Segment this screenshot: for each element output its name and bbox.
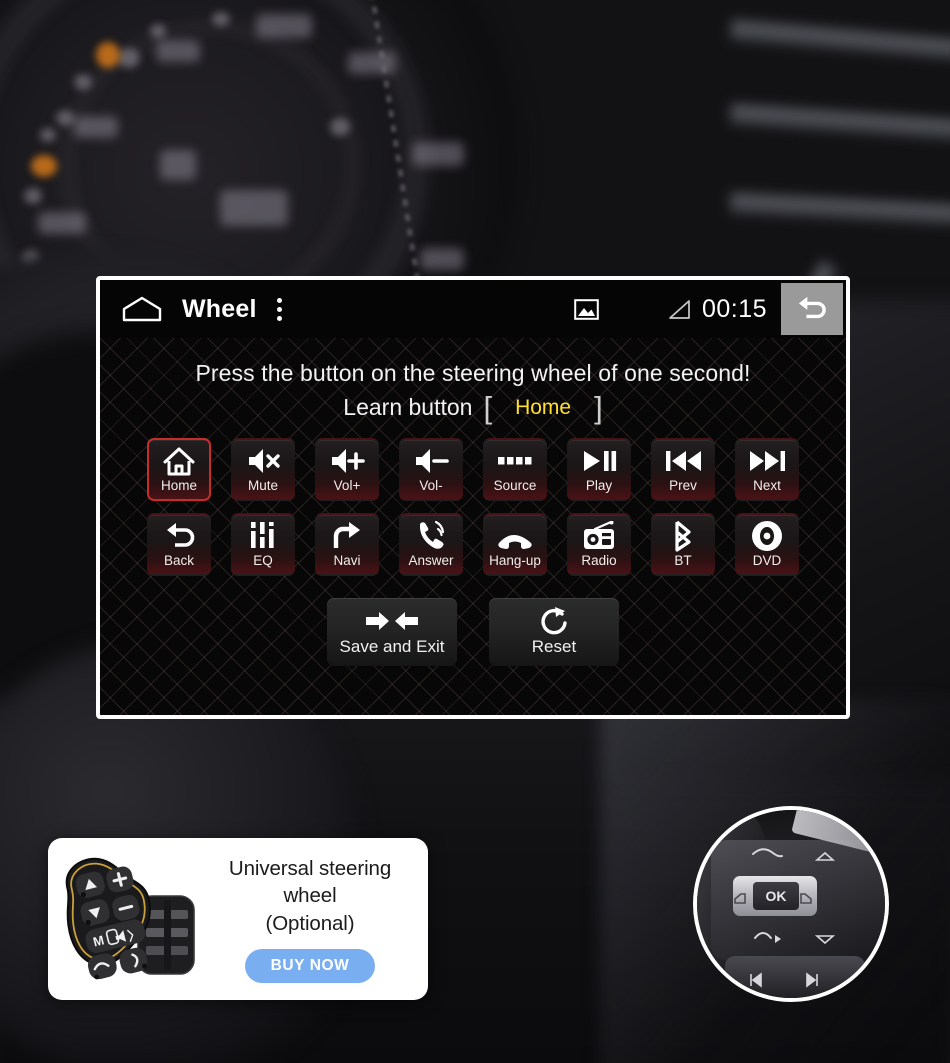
- volume-up-icon: [329, 442, 365, 480]
- key-label: Prev: [669, 477, 697, 493]
- key-dvd[interactable]: DVD: [735, 512, 799, 576]
- key-back[interactable]: Back: [147, 512, 211, 576]
- key-label: Next: [753, 477, 781, 493]
- instruction-prompt: Press the button on the steering wheel o…: [195, 360, 751, 386]
- bluetooth-icon: [669, 517, 697, 555]
- key-navi[interactable]: Navi: [315, 512, 379, 576]
- phone-answer-icon: [416, 517, 446, 555]
- volume-down-icon: [413, 442, 449, 480]
- disc-icon: [751, 517, 783, 555]
- signal-triangle-icon: [667, 299, 691, 320]
- learn-button-row: Learn button [ Home ]: [100, 390, 846, 425]
- key-prev[interactable]: Prev: [651, 437, 715, 501]
- radio-icon: [583, 517, 616, 555]
- equalizer-icon: [249, 517, 277, 555]
- status-clock: 00:15: [701, 294, 767, 323]
- promo-text-block: Universal steering wheel (Optional) BUY …: [202, 855, 428, 983]
- key-label: Home: [160, 477, 197, 493]
- key-label: BT: [674, 552, 692, 568]
- source-squares-icon: [497, 442, 533, 480]
- key-play[interactable]: Play: [567, 437, 631, 501]
- bracket-open: [: [483, 390, 493, 425]
- next-track-icon: [749, 442, 786, 480]
- promo-title-line1: Universal steering wheel: [228, 857, 392, 908]
- learn-button-label: Learn button: [343, 394, 473, 421]
- speaker-mute-icon: [246, 442, 281, 480]
- reset-button[interactable]: Reset: [489, 597, 619, 666]
- turn-right-icon: [332, 517, 362, 555]
- phone-hangup-icon: [497, 517, 533, 555]
- previous-track-icon: [665, 442, 702, 480]
- key-eq[interactable]: EQ: [231, 512, 295, 576]
- bracket-close: ]: [594, 390, 603, 425]
- key-vol-[interactable]: Vol-: [399, 437, 463, 501]
- key-mute[interactable]: Mute: [231, 437, 295, 501]
- key-label: Mute: [247, 477, 278, 493]
- buy-now-button[interactable]: BUY NOW: [244, 948, 376, 983]
- play-pause-icon: [581, 442, 618, 480]
- reset-refresh-icon: [539, 606, 569, 635]
- key-label: Answer: [408, 552, 454, 568]
- back-arrow-icon: [798, 296, 826, 319]
- key-answer[interactable]: Answer: [399, 512, 463, 576]
- key-label: Radio: [581, 552, 617, 568]
- promo-card: M Universal steering wheel (Optional) BU…: [48, 838, 428, 1000]
- back-uturn-icon: [162, 517, 196, 555]
- function-key-grid: Home Mute Vol+ Vol- Source Play Prev Next Back EQ…: [137, 437, 809, 576]
- action-label: Reset: [531, 636, 577, 656]
- home-outline-icon[interactable]: [122, 296, 162, 322]
- key-hang-up[interactable]: Hang-up: [483, 512, 547, 576]
- back-button[interactable]: [781, 283, 843, 335]
- action-button-row: Save and Exit Reset: [100, 597, 846, 666]
- key-label: Navi: [333, 552, 361, 568]
- inset-glyphs: [734, 848, 836, 988]
- promo-title: Universal steering wheel (Optional): [202, 855, 418, 936]
- key-bt[interactable]: BT: [651, 512, 715, 576]
- save-and-exit-button[interactable]: Save and Exit: [327, 597, 457, 666]
- save-exit-arrows-icon: [365, 607, 419, 635]
- key-home[interactable]: Home: [147, 437, 211, 501]
- key-label: Hang-up: [489, 552, 541, 568]
- image-icon[interactable]: [574, 298, 599, 320]
- key-label: EQ: [253, 552, 273, 568]
- learn-button-value: Home: [515, 395, 572, 419]
- key-label: Play: [585, 477, 613, 493]
- wheel-learn-content: Press the button on the steering wheel o…: [100, 338, 846, 715]
- head-unit-screen: Wheel 00:15 Press the button on the stee…: [96, 276, 850, 719]
- key-label: Source: [493, 477, 537, 493]
- key-label: Vol+: [333, 477, 361, 493]
- key-label: DVD: [752, 552, 782, 568]
- status-bar: Wheel 00:15: [100, 280, 846, 338]
- action-label: Save and Exit: [339, 636, 445, 656]
- promo-title-line2: (Optional): [265, 911, 355, 935]
- key-source[interactable]: Source: [483, 437, 547, 501]
- key-radio[interactable]: Radio: [567, 512, 631, 576]
- page-title: Wheel: [182, 294, 257, 323]
- key-label: Back: [163, 552, 194, 568]
- home-icon: [162, 442, 196, 480]
- key-vol-[interactable]: Vol+: [315, 437, 379, 501]
- key-label: Vol-: [419, 477, 443, 493]
- key-next[interactable]: Next: [735, 437, 799, 501]
- steering-wheel-controls-photo: OK: [693, 806, 889, 1002]
- overflow-menu-icon[interactable]: [277, 297, 283, 321]
- steering-wheel-remote-photo: M: [52, 844, 202, 994]
